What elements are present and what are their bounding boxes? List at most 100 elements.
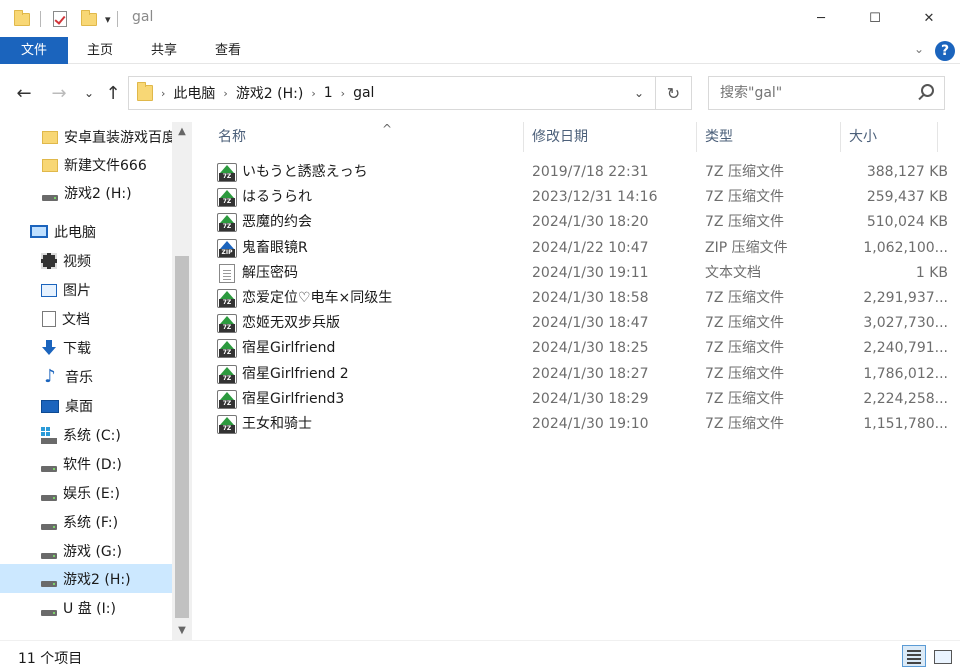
file-type: 7Z 压缩文件: [705, 164, 784, 180]
ribbon-tabs: 文件 主页 共享 查看 ⌄ ?: [0, 37, 960, 64]
customize-toolbar-icon[interactable]: ▾: [105, 13, 111, 26]
scrollbar-thumb[interactable]: [175, 256, 189, 618]
text-file-icon: [219, 263, 235, 283]
nav-item-desktop[interactable]: 桌面: [0, 391, 172, 420]
table-row[interactable]: 恶魔的约会 2024/1/30 18:20 7Z 压缩文件 510,024 KB: [212, 210, 948, 235]
file-name: 恋爱定位♡电车×同级生: [242, 290, 393, 306]
7z-archive-icon: [217, 415, 237, 434]
breadcrumb-this-pc[interactable]: 此电脑: [173, 83, 215, 103]
search-input[interactable]: [709, 77, 909, 109]
nav-item-downloads[interactable]: 下载: [0, 333, 172, 362]
breadcrumb-folder-1[interactable]: 1: [324, 85, 333, 101]
table-row[interactable]: 恋爱定位♡电车×同级生 2024/1/30 18:58 7Z 压缩文件 2,291,9…: [212, 286, 948, 311]
new-folder-icon[interactable]: [81, 9, 97, 26]
details-view-icon[interactable]: [902, 645, 926, 667]
back-button[interactable]: ←: [13, 82, 35, 104]
separator: [116, 11, 118, 27]
recent-locations-button[interactable]: ⌄: [78, 82, 100, 104]
refresh-button[interactable]: ↻: [656, 76, 692, 110]
column-header-label: 名称: [218, 129, 246, 145]
address-bar[interactable]: › 此电脑 › 游戏2 (H:) › 1 › gal ⌄: [128, 76, 656, 110]
nav-item-android-games[interactable]: 安卓直装游戏百度: [0, 122, 172, 151]
column-header-type[interactable]: 类型: [697, 122, 841, 152]
up-button[interactable]: ↑: [102, 82, 124, 104]
nav-item-label: 娱乐 (E:): [63, 485, 120, 502]
properties-icon[interactable]: [53, 11, 67, 27]
scroll-down-icon[interactable]: ▼: [172, 625, 192, 636]
video-icon: [41, 252, 57, 269]
file-size: 1,786,012...: [863, 365, 948, 382]
drive-icon: [41, 580, 57, 587]
nav-item-new-folder[interactable]: 新建文件666: [0, 150, 172, 179]
table-row[interactable]: 宿星Girlfriend 2 2024/1/30 18:27 7Z 压缩文件 1,78…: [212, 362, 948, 387]
music-icon: ♪: [44, 365, 56, 387]
table-row[interactable]: 解压密码 2024/1/30 19:11 文本文档 1 KB: [212, 261, 948, 286]
7z-archive-icon: [217, 364, 237, 384]
file-name: 王女和骑士: [242, 416, 312, 432]
breadcrumb-separator[interactable]: ›: [223, 87, 227, 100]
nav-item-documents[interactable]: 文档: [0, 304, 172, 333]
zip-archive-icon: [217, 238, 237, 258]
nav-scrollbar[interactable]: ▲ ▼: [172, 122, 192, 640]
large-icons-view-icon[interactable]: [930, 645, 954, 667]
folder-icon: [42, 131, 58, 144]
downloads-icon: [41, 339, 57, 356]
ribbon-expand-icon[interactable]: ⌄: [914, 42, 924, 56]
search-box[interactable]: [708, 76, 945, 110]
tab-file[interactable]: 文件: [0, 37, 68, 64]
nav-item-pictures[interactable]: 图片: [0, 275, 172, 304]
pc-icon: [30, 225, 48, 238]
nav-item-videos[interactable]: 视频: [0, 246, 172, 275]
scroll-up-icon[interactable]: ▲: [172, 126, 192, 137]
drive-icon: [41, 465, 57, 472]
file-type: 7Z 压缩文件: [705, 390, 784, 407]
column-header-size[interactable]: 大小: [841, 122, 938, 152]
nav-item-music[interactable]: ♪ 音乐: [0, 362, 172, 391]
maximize-button[interactable]: ☐: [852, 0, 898, 36]
drive-icon: [41, 494, 57, 501]
file-size: 510,024 KB: [866, 214, 948, 231]
nav-item-drive-c[interactable]: 系统 (C:): [0, 420, 172, 449]
file-type: 文本文档: [705, 264, 761, 281]
nav-item-drive-e[interactable]: 娱乐 (E:): [0, 478, 172, 507]
table-row[interactable]: はるうられ 2023/12/31 14:16 7Z 压缩文件 259,437 KB: [212, 185, 948, 210]
help-icon[interactable]: ?: [935, 41, 955, 61]
table-row[interactable]: 鬼畜眼镜R 2024/1/22 10:47 ZIP 压缩文件 1,062,100...: [212, 236, 948, 261]
table-row[interactable]: 恋姬无双步兵版 2024/1/30 18:47 7Z 压缩文件 3,027,730..…: [212, 311, 948, 336]
nav-item-label: 此电脑: [54, 224, 96, 241]
nav-item-label: 音乐: [65, 369, 93, 386]
nav-item-this-pc[interactable]: 此电脑: [0, 217, 172, 246]
column-header-name[interactable]: 名称 ^: [210, 122, 524, 152]
table-row[interactable]: 宿星Girlfriend 2024/1/30 18:25 7Z 压缩文件 2,240,…: [212, 336, 948, 361]
table-row[interactable]: 王女和骑士 2024/1/30 19:10 7Z 压缩文件 1,151,780...: [212, 412, 948, 437]
nav-item-drive-h-quick[interactable]: 游戏2 (H:): [0, 178, 172, 207]
search-icon[interactable]: [921, 84, 934, 97]
file-date: 2024/1/30 18:27: [532, 365, 649, 382]
tab-home[interactable]: 主页: [78, 37, 122, 64]
nav-item-drive-d[interactable]: 软件 (D:): [0, 449, 172, 478]
close-button[interactable]: ✕: [906, 0, 952, 36]
breadcrumb-drive-h[interactable]: 游戏2 (H:): [236, 83, 304, 103]
address-dropdown-icon[interactable]: ⌄: [623, 77, 655, 109]
tab-view[interactable]: 查看: [206, 37, 250, 64]
breadcrumb-separator[interactable]: ›: [341, 87, 345, 100]
nav-item-drive-i[interactable]: U 盘 (I:): [0, 593, 172, 622]
nav-item-drive-h[interactable]: 游戏2 (H:): [0, 564, 172, 593]
table-row[interactable]: 宿星Girlfriend3 2024/1/30 18:29 7Z 压缩文件 2,224…: [212, 387, 948, 412]
nav-item-label: 安卓直装游戏百度: [64, 129, 172, 146]
breadcrumb-separator[interactable]: ›: [311, 87, 315, 100]
breadcrumb-gal[interactable]: gal: [353, 85, 374, 101]
file-size: 2,291,937...: [863, 290, 948, 306]
status-bar: 11 个项目: [0, 640, 960, 671]
nav-item-drive-f[interactable]: 系统 (F:): [0, 507, 172, 536]
nav-item-drive-g[interactable]: 游戏 (G:): [0, 536, 172, 565]
tab-share[interactable]: 共享: [142, 37, 186, 64]
table-row[interactable]: いもうと誘惑えっち 2019/7/18 22:31 7Z 压缩文件 388,127 K…: [212, 160, 948, 185]
drive-icon: [41, 552, 57, 559]
forward-button[interactable]: →: [48, 82, 70, 104]
column-header-date[interactable]: 修改日期: [524, 122, 697, 152]
file-size: 388,127 KB: [866, 164, 948, 180]
minimize-button[interactable]: ─: [798, 0, 844, 36]
file-name: 恋姬无双步兵版: [242, 315, 340, 332]
file-type: 7Z 压缩文件: [705, 315, 784, 332]
